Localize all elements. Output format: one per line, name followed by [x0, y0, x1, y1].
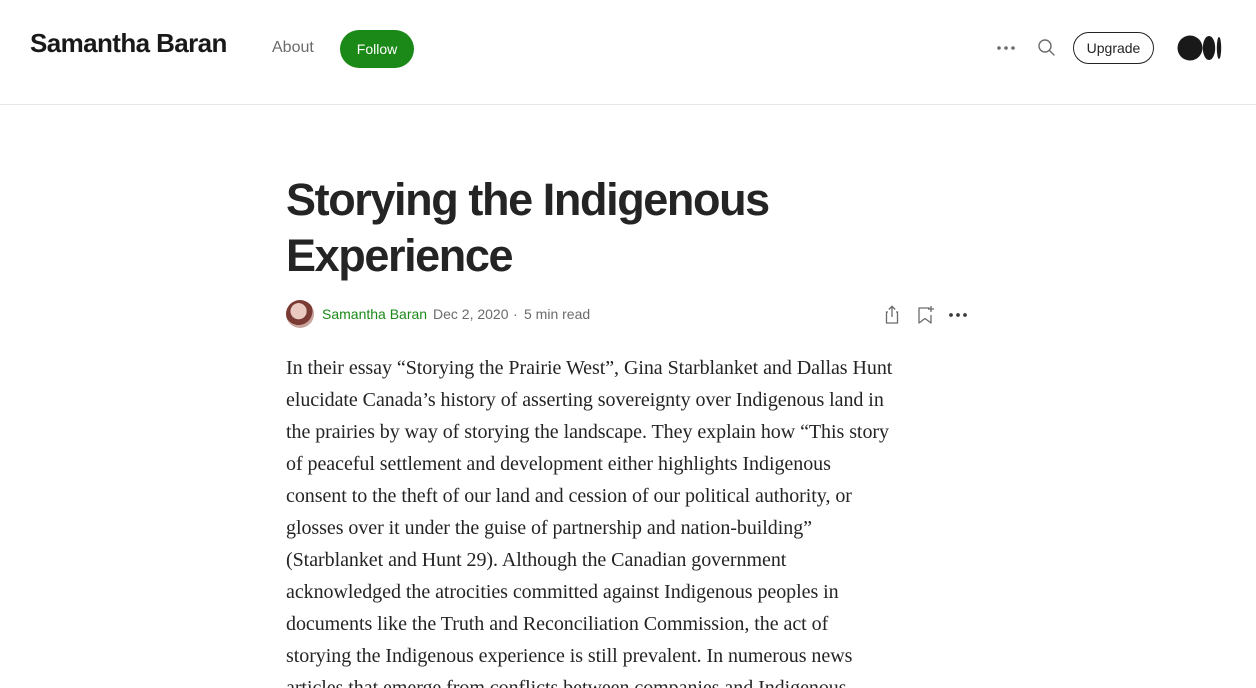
publish-date: Dec 2, 2020 — [433, 306, 509, 322]
about-link[interactable]: About — [272, 39, 314, 57]
search-icon[interactable] — [1036, 37, 1058, 59]
meta-separator: · — [513, 306, 518, 322]
read-time: 5 min read — [524, 306, 591, 322]
body-line: the prairies by way of storying the land… — [286, 421, 889, 443]
bookmark-add-icon[interactable] — [913, 303, 937, 327]
body-line: documents like the Truth and Reconciliat… — [286, 613, 829, 635]
medium-logo-icon[interactable] — [1177, 34, 1223, 62]
publication-brand[interactable]: Samantha Baran — [30, 28, 227, 59]
body-line: storying the Indigenous experience is st… — [286, 645, 853, 667]
top-navigation-bar: Samantha Baran About Follow Upgrade — [0, 0, 1256, 105]
title-line: Storying the Indigenous — [286, 174, 770, 225]
body-line: of peaceful settlement and development e… — [286, 453, 831, 475]
body-line: In their essay “Storying the Prairie Wes… — [286, 357, 893, 379]
share-icon[interactable] — [880, 303, 904, 327]
follow-button[interactable]: Follow — [340, 30, 414, 68]
author-avatar[interactable] — [286, 300, 314, 328]
author-link[interactable]: Samantha Baran — [322, 306, 427, 322]
article-body: In their essay “Storying the Prairie Wes… — [286, 352, 976, 688]
body-line: acknowledged the atrocities committed ag… — [286, 581, 839, 603]
body-line: elucidate Canada’s history of asserting … — [286, 389, 884, 411]
body-line: articles that emerge from conflicts betw… — [286, 677, 847, 688]
body-line: glosses over it under the guise of partn… — [286, 517, 812, 539]
body-line: consent to the theft of our land and ces… — [286, 485, 852, 507]
more-options-icon[interactable] — [946, 304, 970, 326]
more-horizontal-icon[interactable] — [994, 37, 1018, 59]
article-meta: Samantha Baran Dec 2, 2020 · 5 min read — [286, 300, 970, 330]
body-line: (Starblanket and Hunt 29). Although the … — [286, 549, 787, 571]
article-title: Storying the Indigenous Experience — [286, 172, 970, 284]
title-line: Experience — [286, 230, 514, 281]
upgrade-button[interactable]: Upgrade — [1073, 32, 1154, 64]
